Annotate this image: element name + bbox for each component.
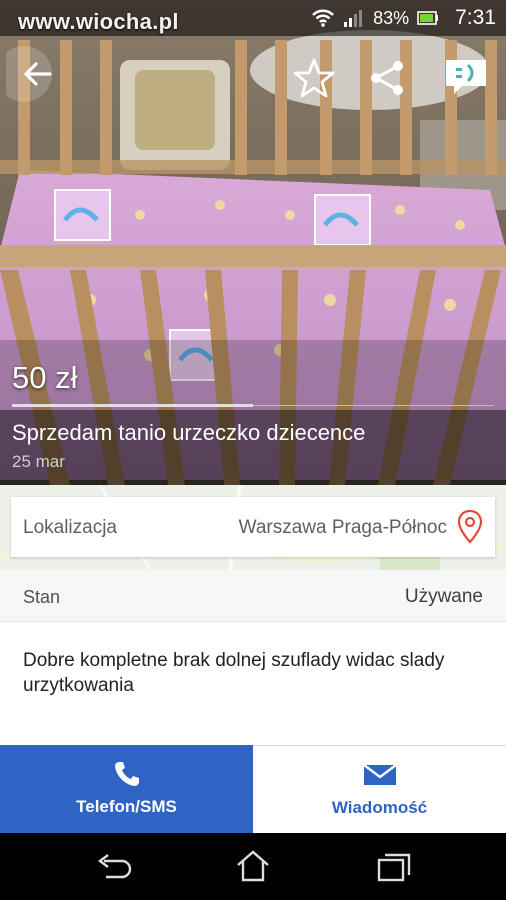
listing-title: Sprzedam tanio urzeczko dziecence bbox=[12, 420, 366, 445]
share-icon bbox=[371, 61, 403, 95]
status-bar: www.wiocha.pl 83% 7:31 bbox=[0, 0, 506, 36]
photo-indicator-active bbox=[12, 404, 253, 407]
location-row[interactable]: Lokalizacja Warszawa Praga-Północ bbox=[11, 497, 495, 557]
listing-description: Dobre kompletne brak dolnej szuflady wid… bbox=[23, 650, 445, 696]
message-button[interactable]: Wiadomość bbox=[253, 745, 506, 833]
phone-sms-button[interactable]: Telefon/SMS bbox=[0, 745, 253, 833]
envelope-icon bbox=[362, 764, 397, 785]
location-value: Warszawa Praga-Północ bbox=[238, 517, 447, 538]
favorite-button[interactable] bbox=[290, 54, 338, 102]
phone-sms-label: Telefon/SMS bbox=[76, 797, 177, 816]
location-label: Lokalizacja bbox=[23, 517, 117, 538]
condition-value: Używane bbox=[404, 586, 483, 607]
battery-icon bbox=[417, 11, 439, 25]
photo-indicator bbox=[253, 405, 494, 406]
app-bar bbox=[0, 36, 506, 116]
nav-home-icon[interactable] bbox=[234, 848, 272, 884]
nav-back-icon[interactable] bbox=[94, 851, 134, 885]
listing-price: 50 zł bbox=[12, 360, 78, 395]
signal-icon bbox=[344, 10, 363, 27]
chat-icon bbox=[446, 60, 486, 94]
location-pin-icon bbox=[457, 509, 483, 544]
clock: 7:31 bbox=[455, 6, 496, 29]
system-nav-bar bbox=[0, 833, 506, 900]
back-button[interactable] bbox=[0, 44, 66, 104]
chat-button[interactable] bbox=[440, 52, 492, 100]
nav-recents-icon[interactable] bbox=[376, 851, 412, 883]
star-icon bbox=[293, 58, 335, 98]
listing-date: 25 mar bbox=[12, 452, 65, 471]
listing-details: Stan Używane Dobre kompletne brak dolnej… bbox=[0, 570, 506, 745]
message-label: Wiadomość bbox=[331, 798, 428, 817]
condition-label: Stan bbox=[23, 587, 61, 607]
phone-icon bbox=[114, 762, 139, 786]
wifi-icon bbox=[312, 9, 334, 27]
back-arrow-icon bbox=[0, 46, 52, 102]
share-button[interactable] bbox=[364, 54, 412, 102]
watermark-text: www.wiocha.pl bbox=[18, 9, 179, 34]
battery-percent: 83% bbox=[373, 7, 410, 28]
condition-row: Stan Używane bbox=[0, 570, 506, 622]
